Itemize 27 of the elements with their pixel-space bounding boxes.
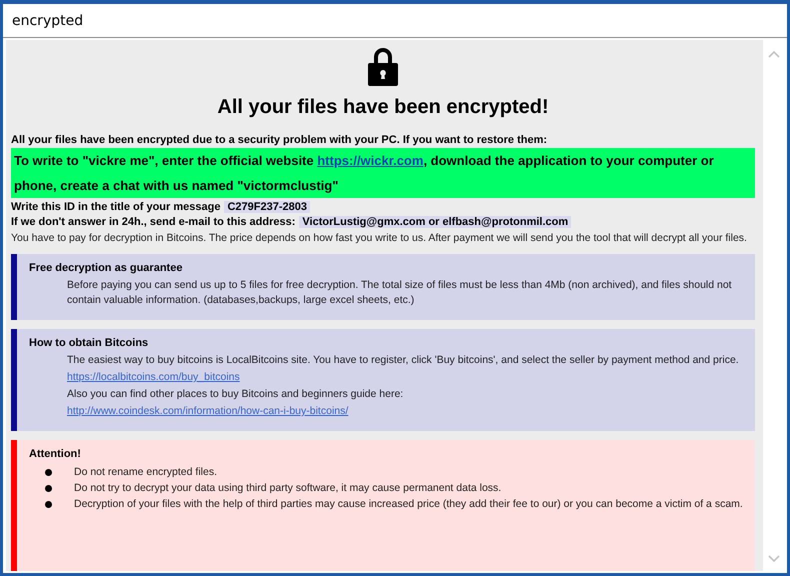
- section-title: Attention!: [29, 448, 82, 460]
- bullet-icon: [45, 468, 52, 476]
- id-label: Write this ID in the title of your message: [11, 201, 220, 213]
- bullet-text: Do not try to decrypt your data using third party software, it may cause permanent data loss.: [74, 481, 502, 496]
- link[interactable]: https://localbitcoins.com/buy_bitcoins: [67, 371, 240, 383]
- bullet-icon: [45, 484, 52, 492]
- bullet-text: Decryption of your files with the help of third parties may cause increased price (they add their fee to our) or you can become a victim of a scam.: [74, 497, 743, 512]
- section-title: How to obtain Bitcoins: [29, 337, 150, 349]
- padlock-icon: [367, 46, 399, 86]
- bullet-icon: [45, 500, 52, 508]
- heading: All your files have been encrypted!: [216, 96, 550, 119]
- website-link[interactable]: https://wickr.com: [317, 153, 424, 168]
- link[interactable]: http://www.coindesk.com/information/how-can-i-buy-bitcoins/: [67, 405, 348, 417]
- intro-text: All your files have been encrypted due to a security problem with your PC. If you want to restore them:: [11, 133, 548, 147]
- section-text: Before paying you can send us up to 5 files for free decryption. The total size of files must be less than 4Mb (non archived), and files should not contain valuable information. (databases,backups, large excel sheets, etc.): [67, 278, 733, 308]
- window-title: encrypted: [12, 12, 84, 28]
- email-value: VictorLustig@gmx.com or elfbash@protonmil.com: [299, 216, 572, 228]
- id-value: C279F237-2803: [224, 201, 310, 213]
- section-text: Also you can find other places to buy Bitcoins and beginners guide here:: [67, 387, 404, 402]
- contact-instructions: To write to "vickre me", enter the official website https://wickr.com, download the application to your computer or phone, create a chat with us named "victormclustig": [11, 148, 755, 198]
- bullet-text: Do not rename encrypted files.: [74, 465, 217, 480]
- payment-note: You have to pay for decryption in Bitcoins. The price depends on how fast you write to us. After payment we will send you the tool that will decrypt all your files.: [11, 231, 748, 245]
- section-title: Free decryption as guarantee: [29, 262, 184, 274]
- section-text: The easiest way to buy bitcoins is LocalBitcoins site. You have to register, click 'Buy bitcoins', and select the seller by payment method and price.: [67, 353, 740, 368]
- scroll-down-icon[interactable]: [768, 555, 780, 563]
- email-label: If we don't answer in 24h., send e-mail to this address:: [11, 216, 296, 228]
- scroll-up-icon[interactable]: [768, 50, 780, 58]
